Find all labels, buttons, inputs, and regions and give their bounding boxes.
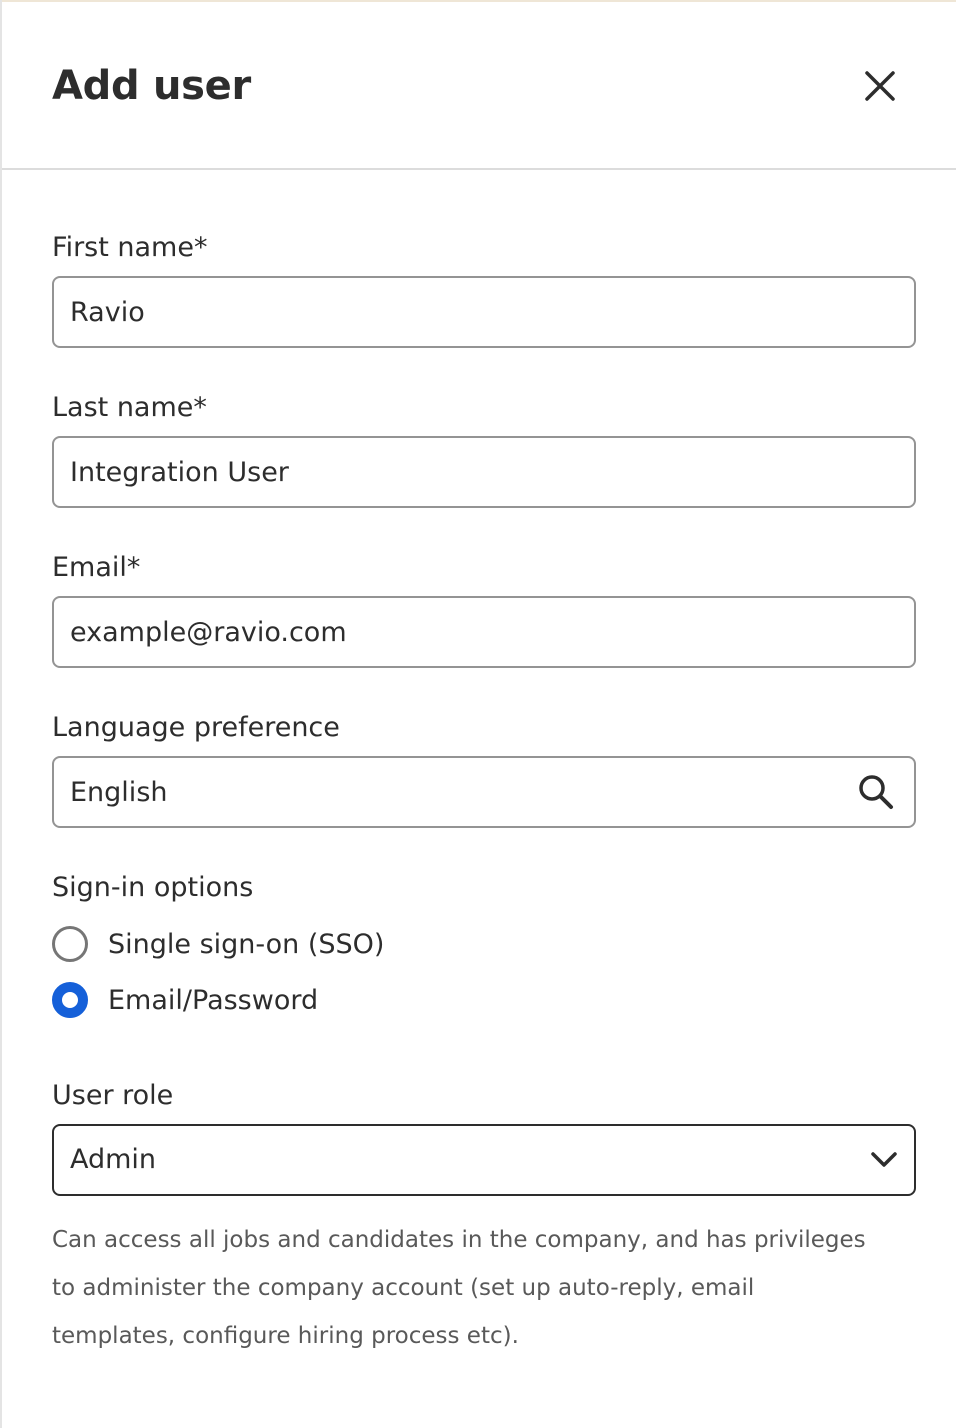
email-password-radio[interactable] — [52, 982, 88, 1018]
user-role-description: Can access all jobs and candidates in th… — [52, 1227, 866, 1349]
sign-in-option-email-password[interactable]: Email/Password — [52, 980, 318, 1020]
last-name-field-box — [52, 436, 916, 508]
user-role-selected-value: Admin — [70, 1144, 157, 1175]
sso-radio[interactable] — [52, 926, 88, 962]
close-button[interactable] — [850, 56, 910, 116]
email-password-radio-label: Email/Password — [108, 984, 319, 1016]
email-input[interactable] — [70, 598, 850, 666]
chevron-down-icon — [871, 1152, 897, 1167]
email-label: Email* — [52, 552, 141, 583]
sign-in-options-label: Sign-in options — [52, 872, 254, 903]
language-label: Language preference — [52, 712, 340, 743]
dialog-title: Add user — [52, 63, 251, 109]
last-name-input[interactable] — [70, 438, 850, 506]
email-field-box — [52, 596, 916, 668]
first-name-input[interactable] — [70, 278, 850, 346]
search-icon — [859, 775, 893, 809]
user-role-dropdown-toggle[interactable] — [868, 1144, 900, 1176]
sign-in-option-sso[interactable]: Single sign-on (SSO) — [52, 924, 384, 964]
language-input[interactable] — [70, 758, 850, 826]
first-name-label: First name* — [52, 232, 208, 263]
user-role-select[interactable]: Admin — [52, 1124, 916, 1196]
close-icon — [865, 71, 895, 101]
dialog-header: Add user — [2, 0, 956, 170]
last-name-label: Last name* — [52, 392, 207, 423]
first-name-field-box — [52, 276, 916, 348]
add-user-dialog: Add user First name* Last name* Email* L… — [0, 0, 956, 1428]
user-role-label: User role — [52, 1080, 174, 1111]
language-search-button[interactable] — [856, 772, 896, 812]
language-field-box — [52, 756, 916, 828]
sso-radio-label: Single sign-on (SSO) — [108, 928, 385, 960]
